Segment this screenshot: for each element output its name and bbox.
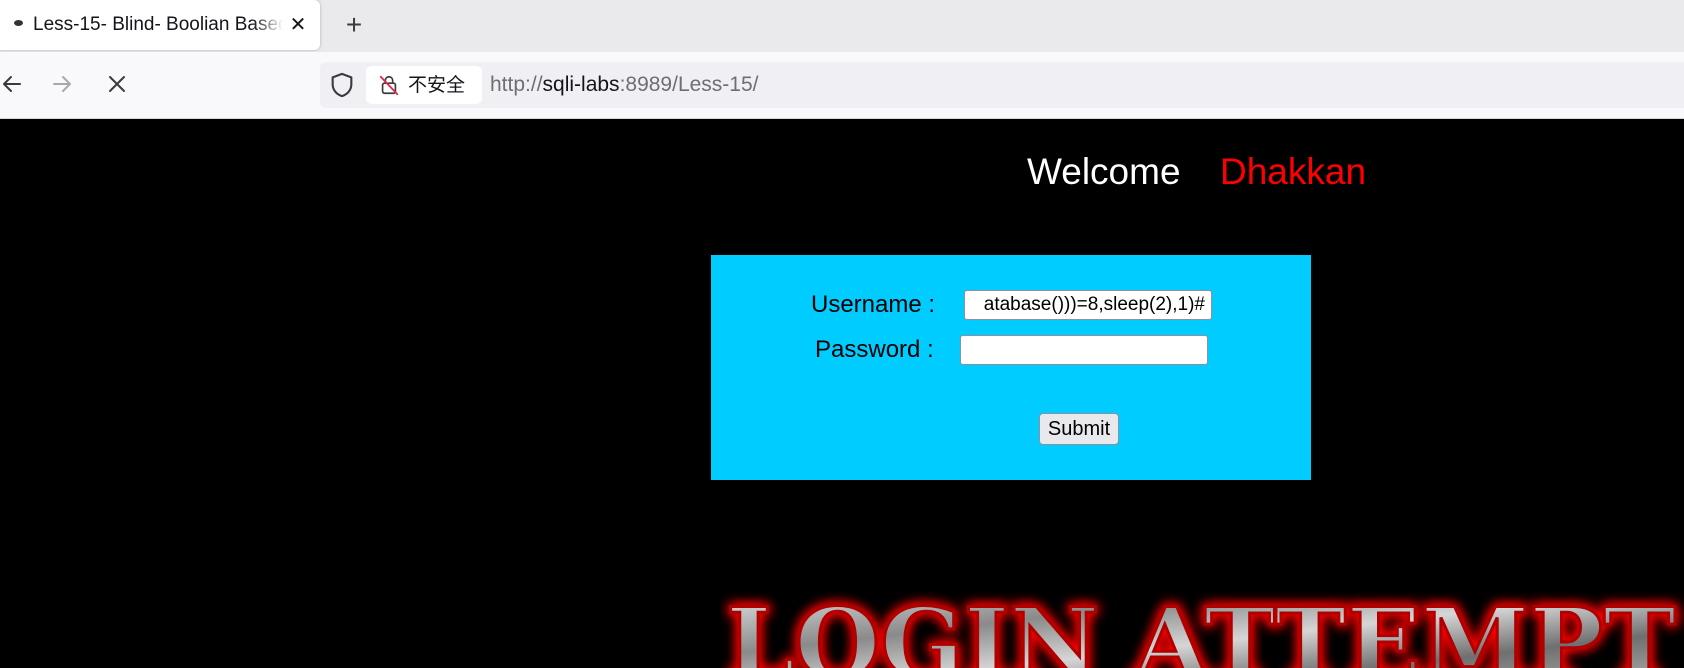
insecure-lock-icon: [379, 75, 399, 96]
navigation-bar: 不安全 http://sqli-labs:8989/Less-15/: [0, 52, 1684, 119]
insecure-label: 不安全: [408, 74, 466, 96]
username-input-value: atabase()))=8,sleep(2),1)#: [983, 294, 1205, 315]
username-label: Username :: [811, 291, 936, 318]
insecure-connection-indicator[interactable]: 不安全: [366, 66, 482, 104]
tab-title: Less-15- Blind- Boolian Based: [33, 14, 283, 35]
close-icon: [109, 76, 125, 92]
page-content: Welcome Dhakkan Username : atabase()))=8…: [0, 119, 1684, 668]
welcome-text: Welcome: [1027, 151, 1181, 192]
shield-icon[interactable]: [328, 71, 356, 99]
url-text[interactable]: http://sqli-labs:8989/Less-15/: [490, 71, 759, 99]
stop-button[interactable]: [99, 66, 135, 102]
tab-active[interactable]: Less-15- Blind- Boolian Based ✕: [0, 0, 320, 50]
url-host: sqli-labs: [542, 73, 620, 96]
tab-close-icon[interactable]: ✕: [286, 12, 310, 38]
tab-favicon-icon: [14, 20, 23, 26]
login-attempt-banner: LOGIN ATTEMPT: [725, 586, 1678, 668]
back-button[interactable]: [0, 66, 30, 102]
password-label: Password :: [815, 336, 934, 363]
password-input[interactable]: [960, 335, 1208, 365]
banner-text: LOGIN ATTEMPT: [726, 587, 1676, 668]
forward-button[interactable]: [44, 66, 80, 102]
url-path: :8989/Less-15/: [619, 73, 759, 96]
welcome-name: Dhakkan: [1220, 151, 1367, 192]
arrow-left-icon: [3, 76, 21, 92]
new-tab-button[interactable]: +: [338, 8, 370, 42]
login-form: Username : atabase()))=8,sleep(2),1)# Pa…: [711, 255, 1311, 480]
url-scheme: http://: [490, 73, 543, 96]
arrow-right-icon: [53, 76, 71, 92]
submit-button[interactable]: Submit: [1039, 413, 1119, 445]
username-input[interactable]: atabase()))=8,sleep(2),1)#: [964, 290, 1212, 320]
url-bar[interactable]: 不安全 http://sqli-labs:8989/Less-15/: [320, 62, 1684, 108]
browser-window: Less-15- Blind- Boolian Based ✕ + 不安全 ht…: [0, 0, 1684, 668]
tab-strip: Less-15- Blind- Boolian Based ✕ +: [0, 0, 1684, 52]
